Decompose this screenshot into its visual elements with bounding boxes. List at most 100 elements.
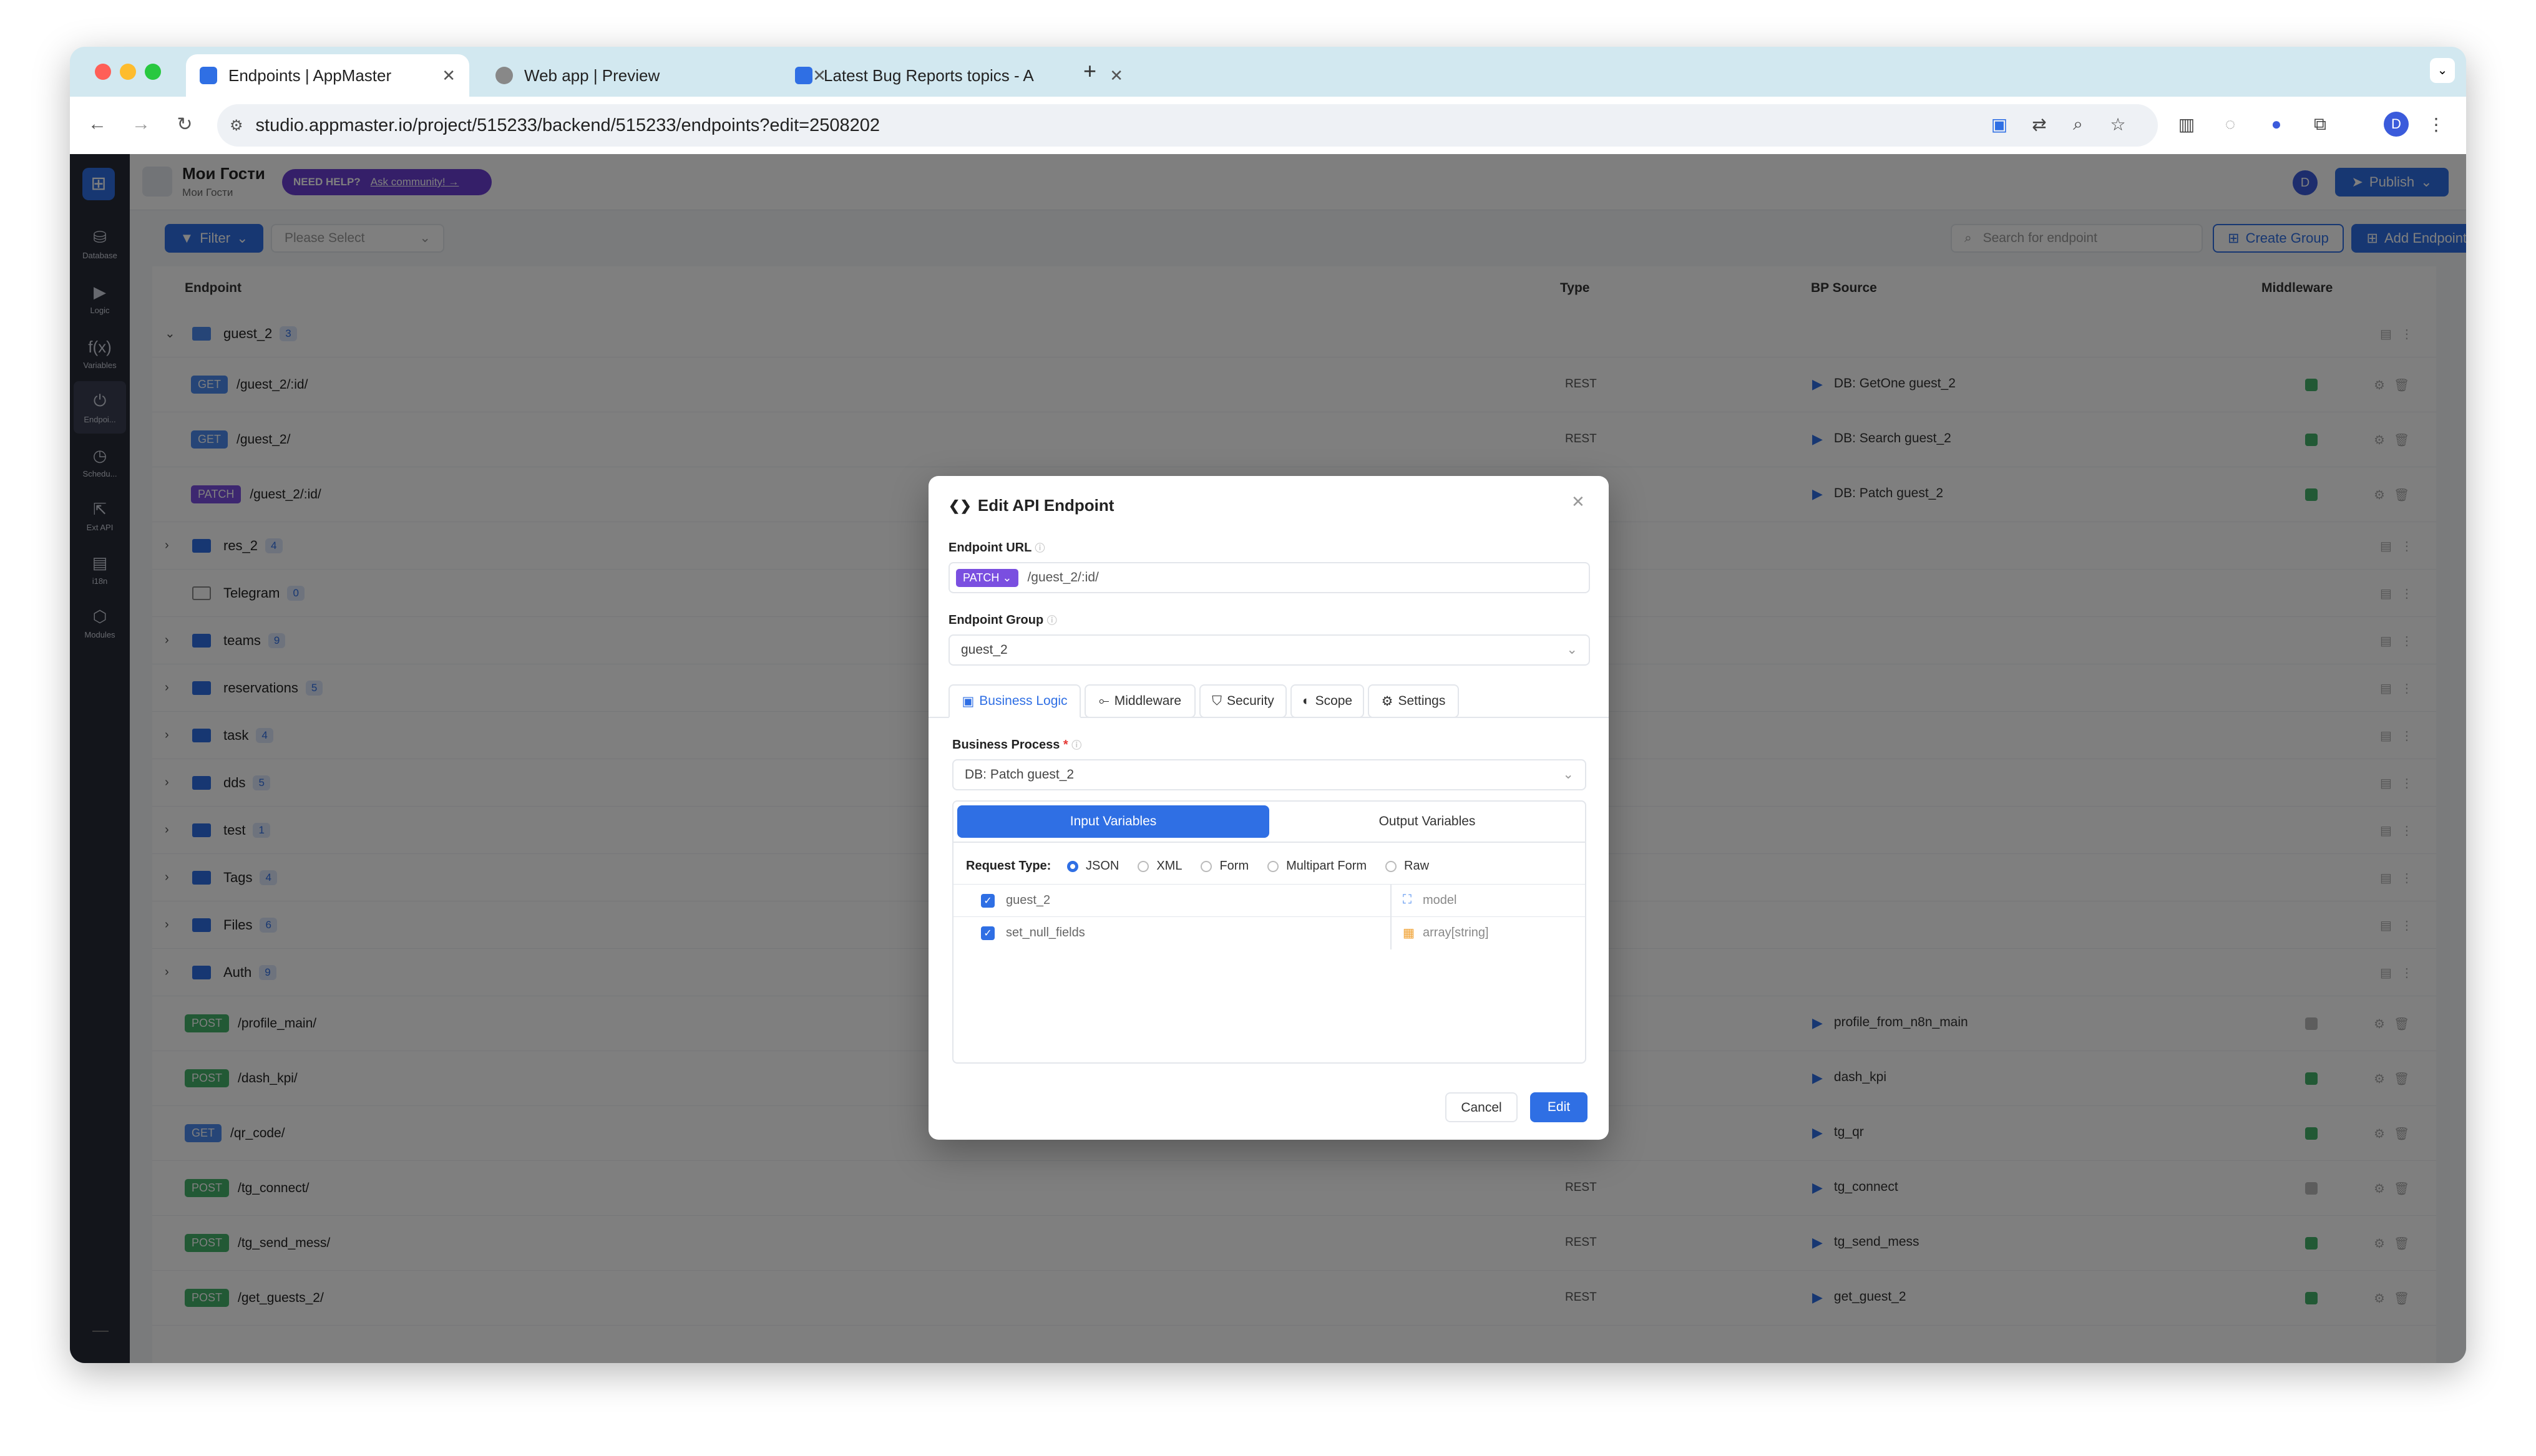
endpoint-group-label-text: Endpoint Group bbox=[949, 613, 1044, 627]
browser-tab-endpoints[interactable]: Endpoints | AppMaster ✕ bbox=[186, 54, 469, 97]
variable-name: guest_2 bbox=[1006, 893, 1051, 907]
variable-row: ✓ guest_2 ⛶ model bbox=[953, 884, 1585, 917]
bookmark-star-icon[interactable]: ☆ bbox=[2104, 110, 2132, 138]
close-tab-icon[interactable]: ✕ bbox=[442, 66, 456, 85]
business-process-label-text: Business Process bbox=[952, 738, 1060, 752]
back-arrow-icon[interactable]: ← bbox=[82, 109, 112, 139]
app-install-icon[interactable]: ▣ bbox=[1986, 110, 2013, 138]
request-type-option[interactable]: Form bbox=[1201, 859, 1249, 873]
array-icon: ▦ bbox=[1403, 926, 1415, 940]
endpoint-group-label: Endpoint Group ⓘ bbox=[949, 612, 1057, 628]
request-type-label: Raw bbox=[1404, 859, 1430, 873]
tab-bar: Endpoints | AppMaster ✕ Web app | Previe… bbox=[70, 47, 2466, 97]
browser-menu-icon[interactable]: ⋮ bbox=[2422, 110, 2450, 138]
cancel-button[interactable]: Cancel bbox=[1445, 1092, 1518, 1122]
browser-tab-title: Web app | Preview bbox=[524, 66, 660, 85]
tab-search-chevron-icon[interactable]: ⌄ bbox=[2430, 58, 2455, 83]
endpoint-url-input[interactable]: /guest_2/:id/ bbox=[1027, 570, 1098, 585]
tab-label: Scope bbox=[1315, 694, 1353, 708]
required-mark: * bbox=[1063, 738, 1068, 752]
tab-scope[interactable]: ◐ Scope bbox=[1290, 684, 1364, 718]
logic-icon: ▣ bbox=[962, 694, 975, 709]
chevron-down-icon: ⌄ bbox=[1563, 767, 1574, 782]
profile-avatar[interactable]: D bbox=[2384, 112, 2409, 137]
radio-icon[interactable] bbox=[1138, 860, 1149, 872]
variable-type: array[string] bbox=[1423, 926, 1489, 939]
maximize-window-button[interactable] bbox=[145, 64, 161, 80]
tab-output-variables[interactable]: Output Variables bbox=[1272, 805, 1583, 838]
panel-divider bbox=[953, 842, 1585, 843]
request-type-option[interactable]: XML bbox=[1138, 859, 1182, 873]
new-tab-button[interactable]: + bbox=[1083, 58, 1096, 84]
globe-icon bbox=[495, 67, 513, 84]
request-type-label: XML bbox=[1156, 859, 1183, 873]
zoom-icon[interactable]: ⌕ bbox=[2064, 110, 2092, 138]
radio-icon[interactable] bbox=[1201, 860, 1212, 872]
tab-label: Settings bbox=[1398, 694, 1446, 708]
endpoint-url-field[interactable]: PATCH ⌄ /guest_2/:id/ bbox=[949, 562, 1590, 593]
extension-shield-icon[interactable]: ▥ bbox=[2173, 110, 2200, 138]
site-settings-icon[interactable]: ⚙ bbox=[230, 117, 243, 135]
endpoint-group-value: guest_2 bbox=[961, 643, 1008, 657]
request-type-option[interactable]: Multipart Form bbox=[1267, 859, 1367, 873]
radio-icon[interactable] bbox=[1385, 860, 1397, 872]
column-divider bbox=[1390, 917, 1392, 949]
tab-label: Security bbox=[1226, 694, 1274, 708]
browser-tab-title: Latest Bug Reports topics - A bbox=[824, 66, 1034, 85]
modal-title: Edit API Endpoint bbox=[977, 496, 1114, 515]
model-icon: ⛶ bbox=[1403, 893, 1412, 906]
radio-icon[interactable] bbox=[1067, 860, 1078, 872]
checkbox[interactable]: ✓ bbox=[981, 894, 995, 908]
tab-security[interactable]: ⛉ Security bbox=[1199, 684, 1287, 718]
tab-middleware[interactable]: ⟜ Middleware bbox=[1085, 684, 1196, 718]
reload-icon[interactable]: ↻ bbox=[170, 109, 200, 139]
forward-arrow-icon[interactable]: → bbox=[126, 109, 156, 139]
request-type-label: JSON bbox=[1086, 859, 1119, 873]
variable-name: set_null_fields bbox=[1006, 926, 1085, 939]
gear-icon: ⚙ bbox=[1381, 694, 1393, 709]
column-divider bbox=[1390, 885, 1392, 917]
shield-icon: ⛉ bbox=[1212, 694, 1222, 708]
request-type-label: Form bbox=[1219, 859, 1249, 873]
close-icon[interactable]: ✕ bbox=[1571, 492, 1585, 512]
scope-icon: ◐ bbox=[1302, 694, 1310, 708]
tab-business-logic[interactable]: ▣ Business Logic bbox=[949, 684, 1081, 718]
edit-button[interactable]: Edit bbox=[1530, 1092, 1587, 1122]
radio-icon[interactable] bbox=[1267, 860, 1279, 872]
business-process-label: Business Process * ⓘ bbox=[952, 737, 1081, 752]
omnibox[interactable]: ⚙ studio.appmaster.io/project/515233/bac… bbox=[217, 104, 2158, 147]
browser-tab-title: Endpoints | AppMaster bbox=[228, 66, 392, 85]
extensions-puzzle-icon[interactable]: ⧉ bbox=[2306, 110, 2334, 138]
business-process-select[interactable]: DB: Patch guest_2 ⌄ bbox=[952, 759, 1586, 790]
close-window-button[interactable] bbox=[95, 64, 111, 80]
url-text[interactable]: studio.appmaster.io/project/515233/backe… bbox=[256, 115, 880, 136]
extension-chat-icon[interactable]: ◌ bbox=[2217, 110, 2244, 138]
info-icon: ⓘ bbox=[1071, 740, 1082, 751]
endpoint-url-label-text: Endpoint URL bbox=[949, 541, 1031, 555]
close-tab-icon[interactable]: ✕ bbox=[1110, 66, 1123, 85]
request-type-options: JSON XML Form Multipart Form Raw bbox=[1067, 859, 1448, 873]
request-type-option[interactable]: Raw bbox=[1385, 859, 1429, 873]
extension-dot-icon[interactable]: ● bbox=[2263, 110, 2290, 138]
edit-endpoint-modal: ❮❯ Edit API Endpoint ✕ Endpoint URL ⓘ PA… bbox=[929, 476, 1609, 1140]
request-type-option[interactable]: JSON bbox=[1067, 859, 1119, 873]
minimize-window-button[interactable] bbox=[120, 64, 136, 80]
tab-label: Business Logic bbox=[979, 694, 1068, 708]
tab-settings[interactable]: ⚙ Settings bbox=[1368, 684, 1459, 718]
method-select[interactable]: PATCH ⌄ bbox=[956, 568, 1019, 587]
endpoint-url-label: Endpoint URL ⓘ bbox=[949, 540, 1045, 555]
tab-input-variables[interactable]: Input Variables bbox=[957, 805, 1269, 838]
endpoint-group-select[interactable]: guest_2 ⌄ bbox=[949, 634, 1590, 666]
method-label: PATCH bbox=[963, 571, 1000, 584]
browser-window: Endpoints | AppMaster ✕ Web app | Previe… bbox=[70, 47, 2466, 1363]
checkbox[interactable]: ✓ bbox=[981, 926, 995, 940]
request-type-label: Multipart Form bbox=[1286, 859, 1367, 873]
info-icon: ⓘ bbox=[1046, 616, 1057, 626]
address-bar-row: ← → ↻ ⚙ studio.appmaster.io/project/5152… bbox=[70, 97, 2466, 154]
code-brackets-icon: ❮❯ bbox=[949, 497, 972, 513]
translate-icon[interactable]: ⇄ bbox=[2026, 110, 2053, 138]
middleware-icon: ⟜ bbox=[1098, 694, 1110, 708]
info-icon: ⓘ bbox=[1035, 543, 1045, 554]
variable-type: model bbox=[1423, 893, 1457, 907]
appmaster-favicon-icon bbox=[795, 67, 812, 84]
